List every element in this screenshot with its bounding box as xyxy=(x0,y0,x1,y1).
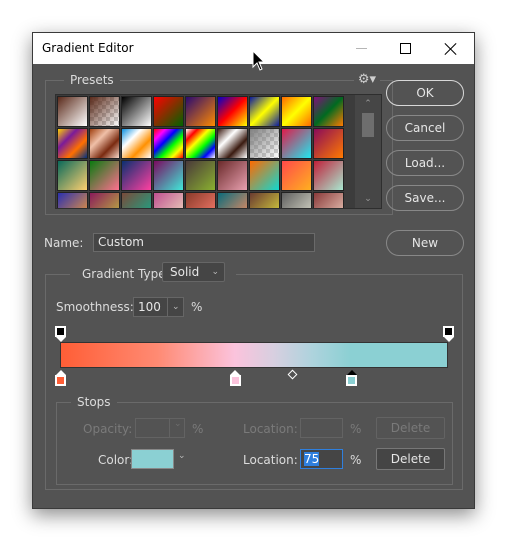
load-button[interactable]: Load... xyxy=(386,150,464,176)
chevron-down-icon[interactable]: ⌄ xyxy=(174,419,182,429)
preset-swatch[interactable] xyxy=(89,192,120,208)
scroll-down-icon[interactable]: ⌄ xyxy=(362,194,374,204)
opacity-location-input[interactable] xyxy=(300,418,343,438)
minimize-icon xyxy=(355,48,367,49)
gradient-preview-bar[interactable] xyxy=(60,342,448,368)
chevron-down-icon[interactable]: ⌄ xyxy=(172,298,180,316)
preset-swatch[interactable] xyxy=(121,128,152,159)
preset-swatch[interactable] xyxy=(185,192,216,208)
opacity-input[interactable]: ⌄ xyxy=(135,418,185,438)
presets-group: Presets ⚙▾ ⌃ ⌄ xyxy=(45,72,393,215)
name-label: Name: xyxy=(44,236,84,250)
gradient-type-label: Gradient Type: xyxy=(76,267,176,281)
opacity-location-label: Location: xyxy=(243,422,298,436)
scroll-thumb[interactable] xyxy=(362,113,374,137)
maximize-icon xyxy=(399,43,411,54)
close-icon xyxy=(445,43,457,55)
color-swatch[interactable] xyxy=(131,449,174,469)
presets-scrollbar[interactable]: ⌃ ⌄ xyxy=(355,95,381,208)
opacity-stop[interactable] xyxy=(443,326,454,342)
opacity-unit: % xyxy=(192,422,204,436)
presets-list: ⌃ ⌄ xyxy=(55,94,382,209)
cancel-button[interactable]: Cancel xyxy=(386,115,464,141)
preset-swatch[interactable] xyxy=(281,160,312,191)
smoothness-value: 100 xyxy=(138,300,161,314)
preset-swatch[interactable] xyxy=(313,192,344,208)
preset-swatch[interactable] xyxy=(249,192,280,208)
chevron-down-icon: ⌄ xyxy=(211,267,219,277)
preset-swatch[interactable] xyxy=(313,128,344,159)
preset-swatch[interactable] xyxy=(249,160,280,191)
new-button[interactable]: New xyxy=(386,230,464,256)
opacity-label: Opacity: xyxy=(83,422,133,436)
scroll-up-icon[interactable]: ⌃ xyxy=(362,99,374,109)
preset-swatch[interactable] xyxy=(185,160,216,191)
preset-swatch[interactable] xyxy=(281,96,312,127)
midpoint-diamond[interactable] xyxy=(287,369,298,380)
name-input[interactable]: Custom xyxy=(93,233,315,252)
smoothness-unit: % xyxy=(191,300,203,314)
close-button[interactable] xyxy=(429,33,473,64)
opacity-location-unit: % xyxy=(350,422,362,436)
preset-swatch[interactable] xyxy=(57,192,88,208)
preset-swatch[interactable] xyxy=(153,192,184,208)
opacity-delete-button[interactable]: Delete xyxy=(376,417,445,439)
preset-swatch[interactable] xyxy=(153,160,184,191)
preset-swatch[interactable] xyxy=(89,96,120,127)
preset-swatch[interactable] xyxy=(281,128,312,159)
preset-swatch[interactable] xyxy=(281,192,312,208)
gradient-group: Gradient Type: Solid ⌄ Smoothness: 100 ⌄… xyxy=(45,262,463,490)
gradient-editor-window: Gradient Editor Presets ⚙▾ ⌃ ⌄ OK Cancel… xyxy=(32,32,475,509)
preset-swatch[interactable] xyxy=(185,128,216,159)
smoothness-input[interactable]: 100 ⌄ xyxy=(133,297,184,317)
chevron-down-icon[interactable]: ⌄ xyxy=(178,451,186,461)
preset-swatch[interactable] xyxy=(185,96,216,127)
color-delete-button[interactable]: Delete xyxy=(376,448,445,470)
color-label: Color: xyxy=(98,453,134,467)
preset-swatch[interactable] xyxy=(249,96,280,127)
gradient-type-value: Solid xyxy=(170,265,200,279)
preset-swatch[interactable] xyxy=(57,128,88,159)
preset-swatch[interactable] xyxy=(217,128,248,159)
mouse-cursor-icon xyxy=(252,50,266,71)
preset-swatch[interactable] xyxy=(313,96,344,127)
ok-button[interactable]: OK xyxy=(386,80,464,106)
stops-label: Stops xyxy=(71,395,117,409)
preset-swatch[interactable] xyxy=(89,128,120,159)
preset-swatch[interactable] xyxy=(57,160,88,191)
color-location-input[interactable]: 75 xyxy=(300,449,343,469)
color-stop[interactable] xyxy=(55,370,66,386)
preset-swatch[interactable] xyxy=(217,96,248,127)
gradient-type-select[interactable]: Solid ⌄ xyxy=(162,262,225,282)
color-stop[interactable] xyxy=(229,370,241,386)
color-location-value: 75 xyxy=(304,452,320,466)
smoothness-label: Smoothness: xyxy=(56,300,134,314)
color-location-unit: % xyxy=(350,453,362,467)
stops-group: Stops Opacity: ⌄ % Location: % Delete Co… xyxy=(56,395,453,485)
color-stop[interactable] xyxy=(346,370,357,386)
presets-label: Presets xyxy=(64,73,120,87)
preset-swatch[interactable] xyxy=(89,160,120,191)
gear-icon[interactable]: ⚙▾ xyxy=(353,72,380,87)
preset-swatch[interactable] xyxy=(249,128,280,159)
color-location-label: Location: xyxy=(243,453,298,467)
opacity-stop[interactable] xyxy=(55,326,66,342)
preset-swatch[interactable] xyxy=(153,96,184,127)
preset-swatch[interactable] xyxy=(121,192,152,208)
preset-swatch[interactable] xyxy=(121,160,152,191)
maximize-button[interactable] xyxy=(383,33,427,64)
preset-swatch[interactable] xyxy=(217,160,248,191)
preset-swatch[interactable] xyxy=(57,96,88,127)
window-title: Gradient Editor xyxy=(42,41,134,55)
preset-swatch-grid xyxy=(57,96,344,208)
minimize-button[interactable] xyxy=(339,33,383,64)
preset-swatch[interactable] xyxy=(217,192,248,208)
preset-swatch[interactable] xyxy=(313,160,344,191)
preset-swatch[interactable] xyxy=(153,128,184,159)
preset-swatch[interactable] xyxy=(121,96,152,127)
save-button[interactable]: Save... xyxy=(386,185,464,211)
